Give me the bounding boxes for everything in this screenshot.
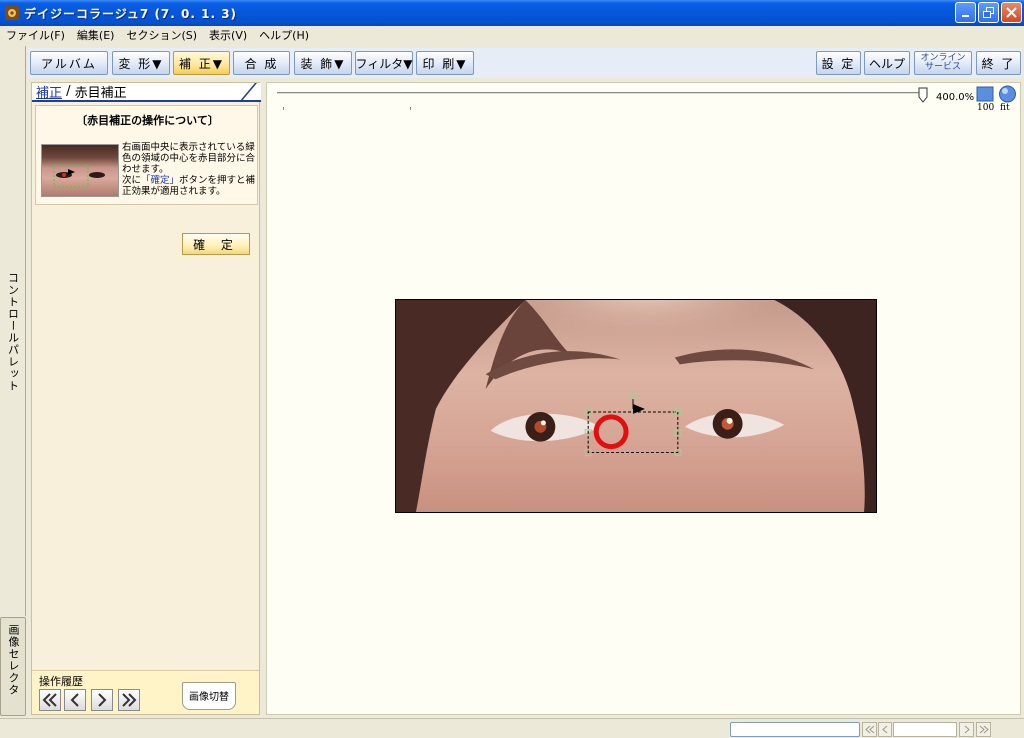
history-label: 操作履歴 bbox=[39, 675, 83, 688]
image-selector-tab[interactable]: 画像セレクタ bbox=[0, 617, 26, 716]
ruler-tick bbox=[410, 107, 411, 110]
info-line2-pre: 次に bbox=[122, 175, 142, 186]
image-canvas: 400.0% 100 fit bbox=[266, 82, 1021, 715]
menu-file[interactable]: ファイル(F) bbox=[0, 27, 71, 43]
breadcrumb-decoration bbox=[225, 83, 257, 102]
status-scroll-track[interactable] bbox=[893, 722, 957, 737]
restore-button[interactable] bbox=[978, 2, 999, 23]
restore-icon bbox=[983, 7, 994, 18]
main-toolbar: アルバム 変 形▼ 補 正▼ 合 成 装 飾▼ フィルタ▼ 印 刷▼ 設 定 ヘ… bbox=[28, 48, 1022, 78]
online-service-button[interactable]: オンライン サービス bbox=[914, 51, 972, 75]
breadcrumb-current: 赤目補正 bbox=[74, 86, 127, 101]
exit-button[interactable]: 終 了 bbox=[976, 51, 1021, 75]
album-button[interactable]: アルバム bbox=[30, 51, 108, 75]
control-palette-label: コントロールパレット bbox=[6, 272, 20, 392]
zoom-100-label: 100 bbox=[977, 103, 995, 113]
history-next-button[interactable] bbox=[91, 689, 113, 711]
minimize-button[interactable] bbox=[955, 2, 976, 23]
info-title: 〔赤目補正の操作について〕 bbox=[76, 114, 219, 127]
zoom-100-icon[interactable] bbox=[976, 86, 994, 102]
confirm-button[interactable]: 確 定 bbox=[182, 233, 250, 255]
close-button[interactable] bbox=[1001, 2, 1022, 23]
chevron-left-icon bbox=[70, 693, 79, 707]
menu-view[interactable]: 表示(V) bbox=[203, 27, 253, 43]
ruler-tick bbox=[283, 107, 284, 110]
close-icon bbox=[1006, 7, 1017, 18]
info-line2-highlight: 「確定」 bbox=[141, 175, 180, 186]
chevron-right-icon bbox=[98, 693, 107, 707]
menu-bar: ファイル(F) 編集(E) セクション(S) 表示(V) ヘルプ(H) bbox=[0, 26, 1024, 44]
breadcrumb-separator: / bbox=[62, 84, 75, 99]
sample-thumbnail bbox=[41, 144, 119, 197]
help-button[interactable]: ヘルプ bbox=[864, 51, 910, 75]
zoom-slider-track[interactable] bbox=[277, 92, 924, 94]
control-palette-tab[interactable]: コントロールパレット bbox=[0, 46, 26, 616]
online-service-line2: サービス bbox=[924, 62, 961, 72]
print-button[interactable]: 印 刷▼ bbox=[416, 51, 474, 75]
menu-edit[interactable]: 編集(E) bbox=[71, 27, 121, 43]
breadcrumb: 補正 / 赤目補正 bbox=[32, 83, 261, 102]
history-prev-button[interactable] bbox=[64, 689, 86, 711]
double-chevron-left-icon bbox=[864, 725, 874, 734]
help-info-box: 〔赤目補正の操作について〕 右画面中央に表示されている緑色の領域の中心を赤目部分… bbox=[35, 105, 258, 205]
correct-button[interactable]: 補 正▼ bbox=[173, 51, 230, 75]
chevron-left-icon bbox=[882, 725, 888, 734]
info-line1: 右画面中央に表示されている緑色の領域の中心を赤目部分に合わせます。 bbox=[122, 142, 256, 175]
filter-button[interactable]: フィルタ▼ bbox=[355, 51, 413, 75]
operation-history: 操作履歴 画像切替 bbox=[32, 670, 259, 714]
status-next-button[interactable] bbox=[959, 722, 974, 737]
zoom-slider-handle[interactable] bbox=[918, 87, 928, 103]
title-bar: デイジーコラージュ7 (7. 0. 1. 3) bbox=[0, 0, 1024, 26]
image-selector-label: 画像セレクタ bbox=[7, 624, 20, 696]
decorate-button[interactable]: 装 飾▼ bbox=[294, 51, 352, 75]
status-last-button[interactable] bbox=[976, 722, 991, 737]
double-chevron-right-icon bbox=[979, 725, 989, 734]
compose-button[interactable]: 合 成 bbox=[233, 51, 290, 75]
history-last-button[interactable] bbox=[118, 689, 140, 711]
status-field bbox=[730, 722, 860, 737]
info-text: 右画面中央に表示されている緑色の領域の中心を赤目部分に合わせます。 次に「確定」… bbox=[122, 142, 258, 197]
window-title: デイジーコラージュ7 (7. 0. 1. 3) bbox=[24, 6, 238, 21]
double-chevron-right-icon bbox=[122, 693, 137, 707]
chevron-right-icon bbox=[964, 725, 970, 734]
status-first-button[interactable] bbox=[862, 722, 877, 737]
menu-help[interactable]: ヘルプ(H) bbox=[253, 27, 315, 43]
photo-preview[interactable] bbox=[395, 299, 877, 513]
breadcrumb-correct-link[interactable]: 補正 bbox=[36, 82, 62, 101]
minimize-icon bbox=[962, 15, 969, 17]
menu-section[interactable]: セクション(S) bbox=[120, 27, 203, 43]
app-icon bbox=[5, 6, 19, 20]
status-bar bbox=[0, 718, 1024, 738]
settings-button[interactable]: 設 定 bbox=[816, 51, 861, 75]
history-first-button[interactable] bbox=[39, 689, 61, 711]
switch-image-button[interactable]: 画像切替 bbox=[182, 682, 236, 710]
zoom-fit-label: fit bbox=[1000, 103, 1010, 113]
zoom-level: 400.0% bbox=[936, 92, 975, 103]
transform-button[interactable]: 変 形▼ bbox=[112, 51, 170, 75]
status-prev-button[interactable] bbox=[878, 722, 892, 737]
zoom-fit-icon[interactable] bbox=[998, 85, 1017, 103]
double-chevron-left-icon bbox=[42, 693, 57, 707]
control-panel: 補正 / 赤目補正 〔赤目補正の操作について〕 右画面中央に表示されている緑色の… bbox=[31, 82, 261, 715]
